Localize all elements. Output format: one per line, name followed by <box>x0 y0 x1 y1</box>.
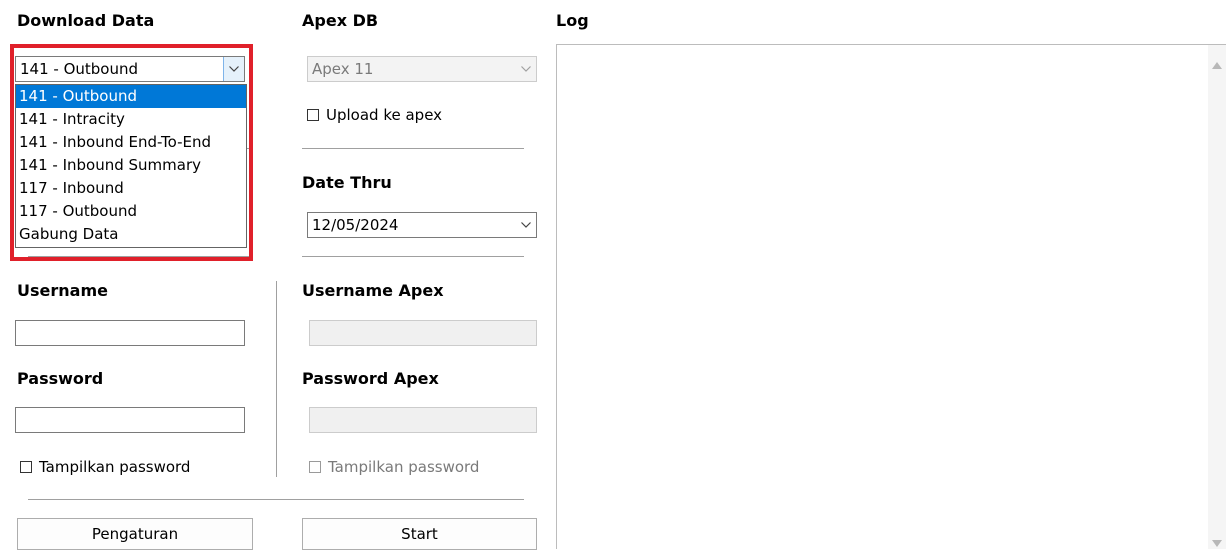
checkbox-icon[interactable] <box>307 109 319 121</box>
username-apex-input <box>309 320 537 346</box>
log-textarea[interactable] <box>556 44 1226 549</box>
highlight-annotation-box <box>10 44 253 261</box>
scroll-down-arrow-icon[interactable] <box>1212 533 1222 551</box>
password-input[interactable] <box>15 407 245 433</box>
chevron-down-icon[interactable] <box>515 213 536 237</box>
show-password-checkbox[interactable]: Tampilkan password <box>20 458 190 476</box>
date-thru-value: 12/05/2024 <box>312 216 399 234</box>
date-thru-picker[interactable]: 12/05/2024 <box>307 212 537 238</box>
scroll-up-arrow-icon[interactable] <box>1212 55 1222 73</box>
start-button[interactable]: Start <box>302 518 537 550</box>
password-apex-input <box>309 407 537 433</box>
checkbox-icon <box>309 461 321 473</box>
vertical-divider <box>276 281 277 477</box>
log-heading: Log <box>556 11 589 30</box>
settings-button[interactable]: Pengaturan <box>17 518 253 550</box>
date-thru-heading: Date Thru <box>302 173 392 192</box>
divider <box>28 499 524 500</box>
chevron-down-icon <box>515 57 536 81</box>
apex-db-heading: Apex DB <box>302 11 379 30</box>
upload-apex-checkbox[interactable]: Upload ke apex <box>307 106 442 124</box>
apex-db-selected: Apex 11 <box>312 60 374 78</box>
divider <box>302 256 524 257</box>
divider <box>302 148 524 149</box>
password-apex-label: Password Apex <box>302 369 439 388</box>
username-input[interactable] <box>15 320 245 346</box>
apex-db-combobox: Apex 11 <box>307 56 537 82</box>
checkbox-icon[interactable] <box>20 461 32 473</box>
show-password-label: Tampilkan password <box>39 458 191 476</box>
password-label: Password <box>17 369 104 388</box>
upload-apex-label: Upload ke apex <box>326 106 443 124</box>
download-data-heading: Download Data <box>17 11 155 30</box>
show-apex-password-checkbox: Tampilkan password <box>309 458 479 476</box>
username-apex-label: Username Apex <box>302 281 444 300</box>
log-scrollbar[interactable] <box>1208 45 1226 549</box>
show-apex-password-label: Tampilkan password <box>328 458 480 476</box>
username-label: Username <box>17 281 108 300</box>
